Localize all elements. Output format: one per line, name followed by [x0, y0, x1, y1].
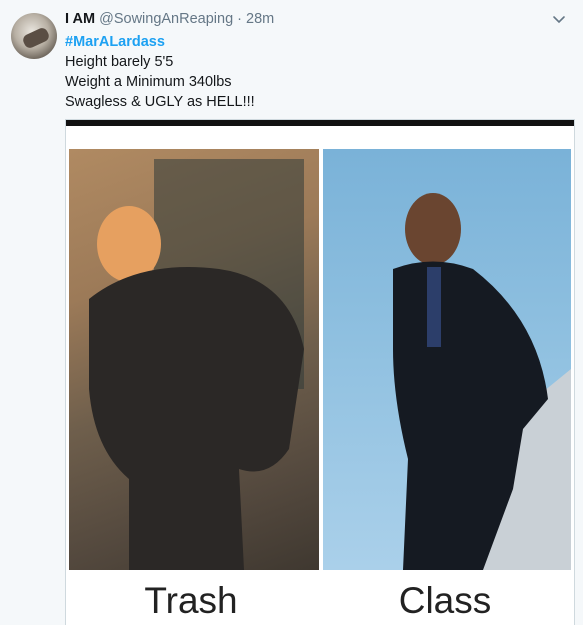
tweet-line: Swagless & UGLY as HELL!!!	[65, 94, 255, 110]
avatar-image	[21, 26, 51, 50]
tie	[427, 267, 441, 347]
head	[405, 193, 461, 265]
chevron-down-icon[interactable]	[552, 13, 566, 27]
photo-left-figure	[89, 159, 304, 570]
user-handle[interactable]: @SowingAnReaping	[99, 11, 233, 27]
media-top-border	[66, 120, 574, 126]
timestamp[interactable]: 28m	[246, 11, 274, 27]
tweet-line: Weight a Minimum 340lbs	[65, 74, 232, 90]
tweet-text: #MarALardass Height barely 5'5 Weight a …	[65, 32, 255, 112]
photo-right	[323, 149, 571, 570]
separator-dot: ·	[237, 11, 243, 27]
caption-right: Class	[398, 580, 492, 621]
tweet[interactable]: I AM @SowingAnReaping · 28m #MarALardass…	[0, 0, 583, 625]
avatar[interactable]	[11, 13, 57, 59]
display-name[interactable]: I AM	[65, 11, 95, 27]
caption-left: Trash	[144, 580, 238, 621]
tweet-media[interactable]: Trash Class	[65, 119, 575, 625]
photo-right-figure	[393, 193, 571, 570]
tweet-line: Height barely 5'5	[65, 54, 174, 70]
hashtag-link[interactable]: #MarALardass	[65, 32, 255, 52]
tweet-header: I AM @SowingAnReaping · 28m	[65, 11, 274, 27]
photo-left	[69, 149, 319, 570]
suit-figure	[89, 267, 304, 570]
